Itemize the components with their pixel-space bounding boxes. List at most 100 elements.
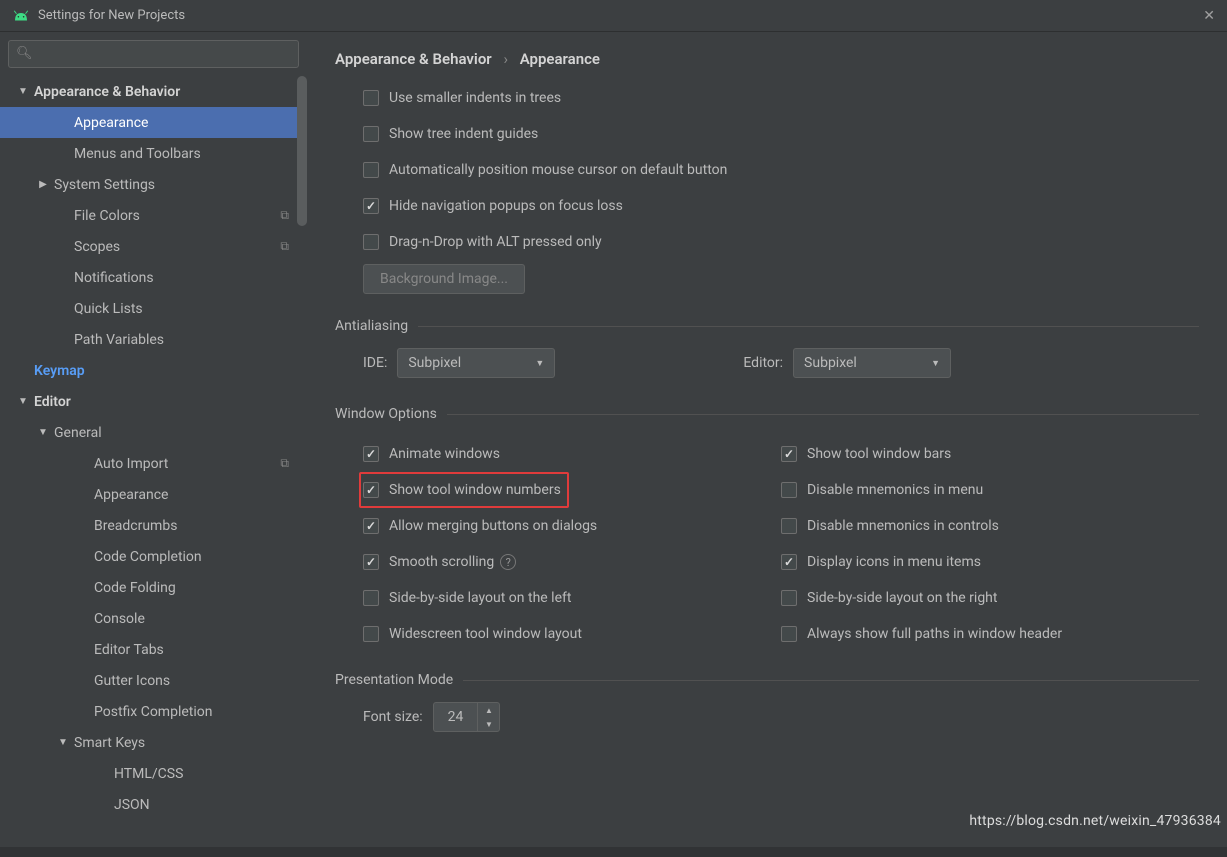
checkbox[interactable]	[363, 518, 379, 534]
sidebar-item[interactable]: Gutter Icons	[0, 665, 307, 696]
sidebar-item-label: Code Folding	[94, 580, 176, 596]
section-presentation: Presentation Mode	[335, 672, 1199, 688]
scrollbar[interactable]	[297, 76, 307, 226]
checkbox[interactable]	[781, 518, 797, 534]
sidebar-item[interactable]: File Colors⧉	[0, 200, 307, 231]
font-size-spinner[interactable]: 24 ▲ ▼	[433, 702, 501, 732]
sidebar-item-label: Smart Keys	[74, 735, 145, 751]
breadcrumb-leaf: Appearance	[520, 50, 600, 68]
footer	[0, 847, 1227, 857]
sidebar-item[interactable]: ▼Smart Keys	[0, 727, 307, 758]
sidebar-item-label: File Colors	[74, 208, 140, 224]
spinner-buttons: ▲ ▼	[477, 703, 499, 731]
sidebar-item-label: Auto Import	[94, 456, 168, 472]
checkbox-row: Smooth scrolling?	[363, 544, 781, 580]
checkbox-label: Smooth scrolling	[389, 554, 494, 570]
select-value: Subpixel	[408, 355, 461, 371]
checkbox[interactable]	[781, 482, 797, 498]
watermark: https://blog.csdn.net/weixin_47936384	[969, 813, 1221, 829]
sidebar-item[interactable]: ▶System Settings	[0, 169, 307, 200]
sidebar-item[interactable]: Auto Import ⧉	[0, 448, 307, 479]
checkbox-row: Show tool window numbers	[363, 472, 781, 508]
checkbox-row: Disable mnemonics in controls	[781, 508, 1199, 544]
sidebar-item[interactable]: HTML/CSS	[0, 758, 307, 789]
sidebar-item[interactable]: ▼General	[0, 417, 307, 448]
sidebar-item[interactable]: Keymap	[0, 355, 307, 386]
sidebar-item-label: Menus and Toolbars	[74, 146, 201, 162]
sidebar-item[interactable]: Notifications	[0, 262, 307, 293]
section-window-options: Window Options	[335, 406, 1199, 422]
editor-label: Editor:	[743, 355, 783, 371]
sidebar-item[interactable]: Code Completion	[0, 541, 307, 572]
checkbox[interactable]	[363, 482, 379, 498]
sidebar-item[interactable]: Postfix Completion	[0, 696, 307, 727]
android-logo-icon	[12, 10, 30, 22]
ide-antialiasing-field: IDE: Subpixel ▼	[363, 348, 555, 378]
sidebar-item[interactable]: ▼Appearance & Behavior	[0, 76, 307, 107]
checkbox-label: Side-by-side layout on the left	[389, 590, 571, 606]
help-icon[interactable]: ?	[500, 554, 516, 570]
sidebar-item[interactable]: ▼Editor	[0, 386, 307, 417]
section-title: Window Options	[335, 406, 437, 422]
background-image-button[interactable]: Background Image...	[363, 264, 525, 294]
sidebar-item-label: Appearance	[74, 115, 148, 131]
checkbox[interactable]	[363, 554, 379, 570]
divider	[447, 414, 1199, 415]
project-scope-icon: ⧉	[280, 239, 289, 254]
chevron-down-icon: ▼	[535, 358, 544, 369]
ide-label: IDE:	[363, 355, 387, 371]
search-icon: 🔍︎	[16, 46, 33, 61]
checkbox-row: Use smaller indents in trees	[363, 80, 1199, 116]
checkbox-label: Use smaller indents in trees	[389, 90, 561, 106]
section-title: Presentation Mode	[335, 672, 453, 688]
sidebar-item-label: System Settings	[54, 177, 155, 193]
checkbox[interactable]	[363, 90, 379, 106]
checkbox[interactable]	[781, 554, 797, 570]
sidebar-item-label: Breadcrumbs	[94, 518, 177, 534]
sidebar-item[interactable]: Path Variables	[0, 324, 307, 355]
checkbox[interactable]	[363, 446, 379, 462]
sidebar-item[interactable]: Menus and Toolbars	[0, 138, 307, 169]
spinner-up-icon[interactable]: ▲	[478, 703, 499, 717]
section-antialiasing: Antialiasing	[335, 318, 1199, 334]
checkbox[interactable]	[363, 198, 379, 214]
checkbox-row: Widescreen tool window layout	[363, 616, 781, 652]
checkbox-label: Display icons in menu items	[807, 554, 981, 570]
sidebar-item[interactable]: Editor Tabs	[0, 634, 307, 665]
chevron-down-icon: ▼	[36, 427, 50, 438]
checkbox[interactable]	[363, 162, 379, 178]
sidebar-item-label: HTML/CSS	[114, 766, 183, 782]
checkbox-row: Hide navigation popups on focus loss	[363, 188, 1199, 224]
sidebar-item-label: Editor Tabs	[94, 642, 164, 658]
sidebar-item[interactable]: Breadcrumbs	[0, 510, 307, 541]
ide-antialiasing-select[interactable]: Subpixel ▼	[397, 348, 555, 378]
checkbox-label: Animate windows	[389, 446, 500, 462]
checkbox-label: Show tool window bars	[807, 446, 951, 462]
sidebar-item[interactable]: Appearance	[0, 107, 307, 138]
checkbox[interactable]	[363, 234, 379, 250]
sidebar-item[interactable]: Quick Lists	[0, 293, 307, 324]
close-icon[interactable]: ✕	[1203, 8, 1215, 24]
font-size-value: 24	[434, 709, 478, 725]
checkbox-label: Drag-n-Drop with ALT pressed only	[389, 234, 602, 250]
sidebar-item[interactable]: JSON	[0, 789, 307, 820]
sidebar-item[interactable]: Appearance	[0, 479, 307, 510]
sidebar-item[interactable]: Console	[0, 603, 307, 634]
spinner-down-icon[interactable]: ▼	[478, 717, 499, 731]
sidebar-item-label: Appearance	[94, 487, 168, 503]
editor-antialiasing-select[interactable]: Subpixel ▼	[793, 348, 951, 378]
checkbox-row: Display icons in menu items	[781, 544, 1199, 580]
chevron-down-icon: ▼	[16, 396, 30, 407]
checkbox-row: Show tool window bars	[781, 436, 1199, 472]
checkbox[interactable]	[363, 626, 379, 642]
project-scope-icon: ⧉	[280, 456, 289, 471]
checkbox[interactable]	[363, 126, 379, 142]
search-input[interactable]	[8, 40, 299, 68]
checkbox-row: Side-by-side layout on the left	[363, 580, 781, 616]
checkbox[interactable]	[781, 590, 797, 606]
checkbox[interactable]	[363, 590, 379, 606]
checkbox[interactable]	[781, 446, 797, 462]
checkbox[interactable]	[781, 626, 797, 642]
sidebar-item[interactable]: Scopes⧉	[0, 231, 307, 262]
sidebar-item[interactable]: Code Folding	[0, 572, 307, 603]
